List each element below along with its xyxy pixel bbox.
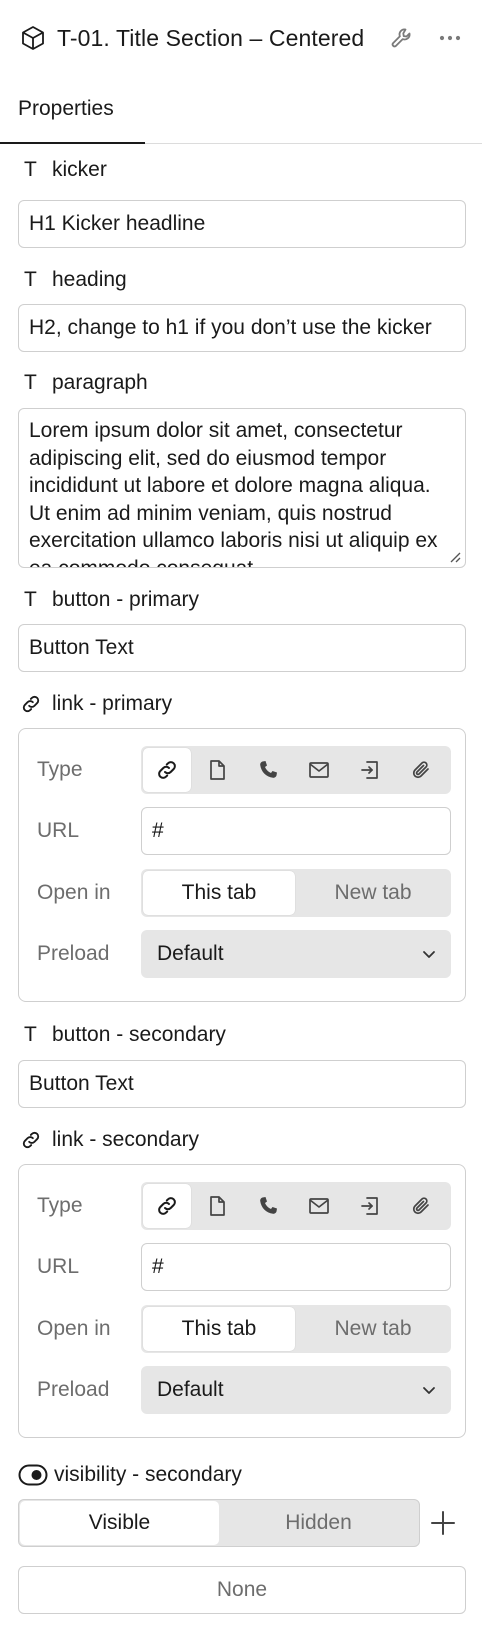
kicker-input[interactable]: H1 Kicker headline (18, 200, 466, 248)
open-in-new-tab[interactable]: New tab (297, 1307, 449, 1351)
chevron-down-icon (423, 951, 435, 958)
link-type-phone[interactable] (244, 1184, 292, 1228)
link-type-page[interactable] (193, 1184, 241, 1228)
field-label-text: link - primary (52, 692, 173, 715)
open-in-label: Open in (37, 881, 111, 904)
field-label-link-secondary: link - secondary (20, 1126, 199, 1154)
url-input[interactable]: # (141, 807, 451, 855)
link-primary-panel: Type URL # Open in This tab New tab Prel… (18, 728, 466, 1002)
link-type-page[interactable] (193, 748, 241, 792)
text-type-icon: T (24, 1023, 37, 1046)
url-label: URL (37, 1255, 80, 1278)
open-in-label: Open in (37, 1317, 111, 1340)
field-label-text: visibility - secondary (54, 1463, 242, 1486)
plus-icon[interactable] (428, 1508, 458, 1538)
heading-input[interactable]: H2, change to h1 if you don’t use the ki… (18, 304, 466, 352)
phone-icon (260, 761, 277, 778)
panel-tabs: Properties (0, 76, 482, 144)
link-icon (22, 695, 40, 713)
button-primary-input[interactable]: Button Text (18, 624, 466, 672)
paragraph-textarea[interactable]: Lorem ipsum dolor sit amet, consectetur … (18, 408, 466, 568)
link-icon (158, 761, 176, 779)
link-type-url[interactable] (143, 1184, 191, 1228)
text-type-icon: T (24, 268, 37, 291)
link-type-attachment[interactable] (397, 1184, 445, 1228)
field-label-text: heading (52, 268, 127, 291)
visibility-visible[interactable]: Visible (20, 1501, 219, 1545)
text-type-icon: T (24, 588, 37, 611)
link-icon (22, 1131, 40, 1149)
section-icon (361, 761, 378, 779)
preload-select[interactable]: Default (141, 1366, 451, 1414)
visibility-selector: Visible Hidden (18, 1499, 420, 1547)
link-icon (158, 1197, 176, 1215)
field-label-text: button - primary (52, 588, 200, 611)
visibility-toggle-icon (18, 1464, 48, 1486)
email-icon (309, 762, 329, 778)
open-in-selector: This tab New tab (141, 1305, 451, 1353)
field-label-link-primary: link - primary (20, 690, 172, 718)
preload-value: Default (157, 942, 224, 965)
preload-label: Preload (37, 942, 110, 965)
link-secondary-panel: Type URL # Open in This tab New tab Prel… (18, 1164, 466, 1438)
field-label-button-secondary: T button - secondary (24, 1021, 226, 1049)
link-type-section[interactable] (346, 1184, 394, 1228)
open-in-new-tab[interactable]: New tab (297, 871, 449, 915)
open-in-this-tab[interactable]: This tab (143, 871, 295, 915)
field-label-text: paragraph (52, 371, 148, 394)
panel-header: T-01. Title Section – Centered (0, 0, 482, 76)
field-label-button-primary: T button - primary (24, 586, 199, 614)
chevron-down-icon (423, 1387, 435, 1394)
open-in-selector: This tab New tab (141, 869, 451, 917)
paragraph-text: Lorem ipsum dolor sit amet, consectetur … (29, 419, 438, 568)
field-label-text: link - secondary (52, 1128, 200, 1151)
field-label-visibility-secondary: visibility - secondary (18, 1461, 242, 1489)
field-label-kicker: T kicker (24, 156, 107, 184)
preload-value: Default (157, 1378, 224, 1401)
component-title: T-01. Title Section – Centered (57, 24, 365, 51)
field-label-text: button - secondary (52, 1023, 226, 1046)
email-icon (309, 1198, 329, 1214)
link-type-url[interactable] (143, 748, 191, 792)
visibility-condition-none[interactable]: None (18, 1566, 466, 1614)
tab-properties[interactable]: Properties (0, 76, 145, 144)
visibility-hidden[interactable]: Hidden (219, 1501, 418, 1545)
link-type-attachment[interactable] (397, 748, 445, 792)
open-in-this-tab[interactable]: This tab (143, 1307, 295, 1351)
url-label: URL (37, 819, 80, 842)
page-icon (210, 760, 225, 780)
link-type-phone[interactable] (244, 748, 292, 792)
button-secondary-input[interactable]: Button Text (18, 1060, 466, 1108)
wrench-icon[interactable] (388, 24, 416, 52)
text-type-icon: T (24, 158, 37, 181)
preload-label: Preload (37, 1378, 110, 1401)
section-icon (361, 1197, 378, 1215)
phone-icon (260, 1197, 277, 1214)
resize-grip-icon[interactable] (449, 551, 461, 563)
type-label: Type (37, 1194, 83, 1217)
field-label-text: kicker (52, 158, 107, 181)
text-type-icon: T (24, 371, 37, 394)
attachment-icon (412, 761, 429, 779)
link-type-selector (141, 746, 451, 794)
field-label-paragraph: T paragraph (24, 369, 148, 397)
link-type-section[interactable] (346, 748, 394, 792)
field-label-heading: T heading (24, 266, 127, 294)
page-icon (210, 1196, 225, 1216)
link-type-email[interactable] (295, 1184, 343, 1228)
preload-select[interactable]: Default (141, 930, 451, 978)
more-horizontal-icon[interactable] (436, 24, 464, 52)
url-input[interactable]: # (141, 1243, 451, 1291)
link-type-email[interactable] (295, 748, 343, 792)
type-label: Type (37, 758, 83, 781)
attachment-icon (412, 1197, 429, 1215)
cube-icon (22, 26, 44, 50)
link-type-selector (141, 1182, 451, 1230)
